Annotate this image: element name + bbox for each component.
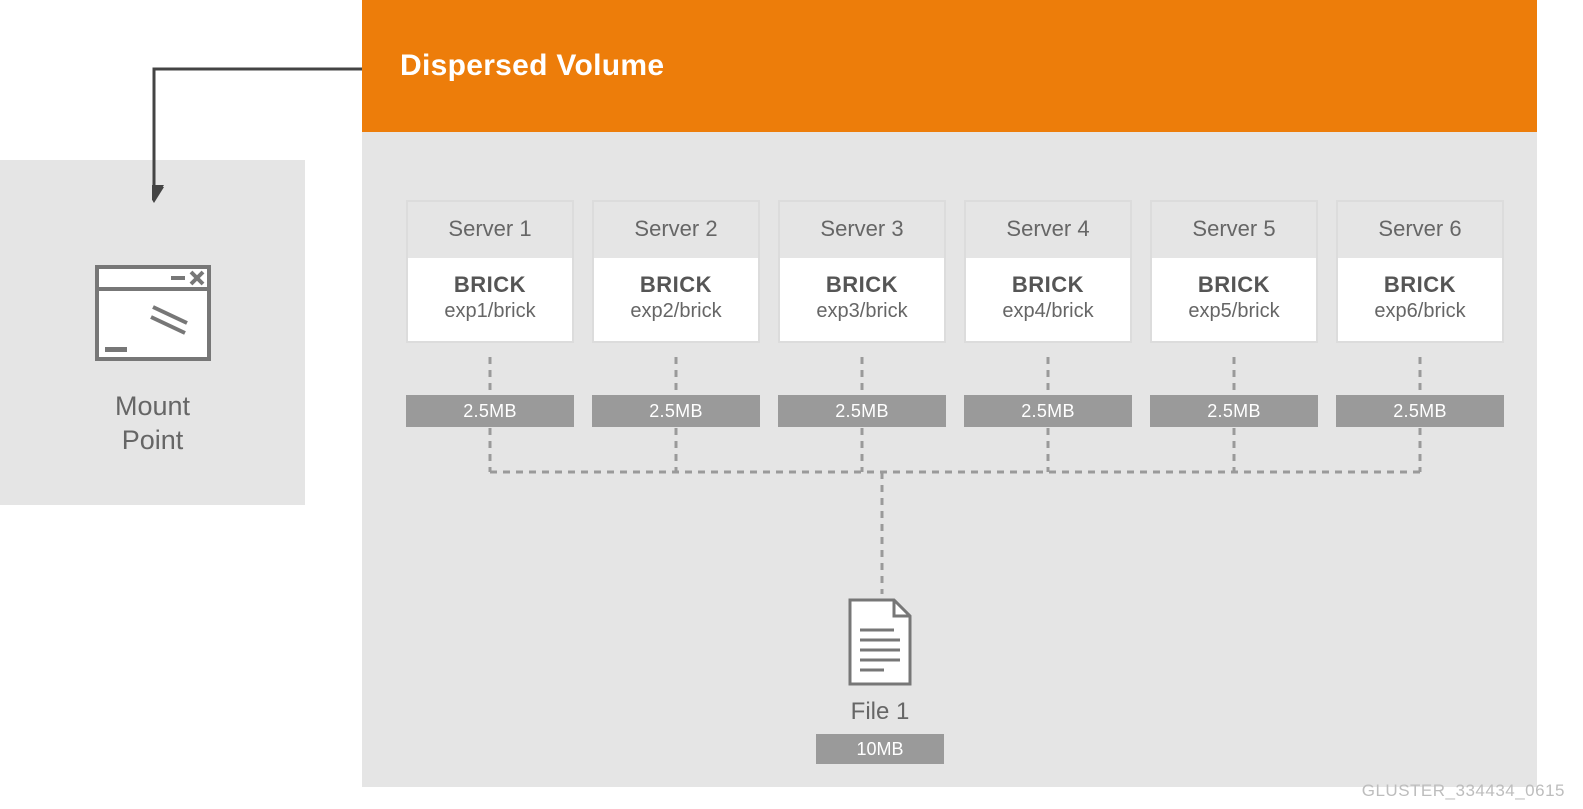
brick-label: BRICK — [1156, 272, 1312, 298]
server-name: Server 4 — [966, 202, 1130, 258]
diagram-canvas: Dispersed Volume Mount Point — [0, 0, 1583, 809]
mount-label-line2: Point — [122, 425, 184, 455]
brick-path: exp5/brick — [1156, 300, 1312, 323]
chunk-size: 2.5MB — [1150, 395, 1318, 427]
chunk-size: 2.5MB — [964, 395, 1132, 427]
brick-label: BRICK — [412, 272, 568, 298]
chunk-size: 2.5MB — [406, 395, 574, 427]
server-card: Server 4 BRICK exp4/brick — [964, 200, 1132, 343]
brick-path: exp1/brick — [412, 300, 568, 323]
file-size: 10MB — [816, 734, 944, 764]
brick-path: exp6/brick — [1342, 300, 1498, 323]
mount-point-label: Mount Point — [115, 390, 190, 458]
chunk-size: 2.5MB — [592, 395, 760, 427]
file-icon — [844, 596, 916, 688]
brick-label: BRICK — [598, 272, 754, 298]
mount-point-panel: Mount Point — [0, 160, 305, 505]
server-name: Server 2 — [594, 202, 758, 258]
server-name: Server 3 — [780, 202, 944, 258]
brick-body: BRICK exp3/brick — [780, 258, 944, 341]
server-card: Server 2 BRICK exp2/brick — [592, 200, 760, 343]
server-name: Server 1 — [408, 202, 572, 258]
brick-body: BRICK exp6/brick — [1338, 258, 1502, 341]
diagram-id: GLUSTER_334434_0615 — [1362, 781, 1565, 801]
file-label: File 1 — [851, 698, 910, 726]
brick-body: BRICK exp2/brick — [594, 258, 758, 341]
brick-body: BRICK exp5/brick — [1152, 258, 1316, 341]
server-card: Server 3 BRICK exp3/brick — [778, 200, 946, 343]
server-name: Server 5 — [1152, 202, 1316, 258]
volume-header: Dispersed Volume — [362, 0, 1537, 132]
server-name: Server 6 — [1338, 202, 1502, 258]
server-row: Server 1 BRICK exp1/brick Server 2 BRICK… — [406, 200, 1506, 343]
server-card: Server 6 BRICK exp6/brick — [1336, 200, 1504, 343]
brick-label: BRICK — [784, 272, 940, 298]
server-card: Server 1 BRICK exp1/brick — [406, 200, 574, 343]
chunk-size-row: 2.5MB 2.5MB 2.5MB 2.5MB 2.5MB 2.5MB — [406, 395, 1506, 427]
brick-label: BRICK — [1342, 272, 1498, 298]
brick-path: exp3/brick — [784, 300, 940, 323]
brick-path: exp2/brick — [598, 300, 754, 323]
chunk-size: 2.5MB — [778, 395, 946, 427]
file-block: File 1 10MB — [816, 596, 944, 764]
brick-body: BRICK exp4/brick — [966, 258, 1130, 341]
brick-label: BRICK — [970, 272, 1126, 298]
server-card: Server 5 BRICK exp5/brick — [1150, 200, 1318, 343]
volume-title: Dispersed Volume — [400, 49, 664, 83]
chunk-size: 2.5MB — [1336, 395, 1504, 427]
brick-path: exp4/brick — [970, 300, 1126, 323]
brick-body: BRICK exp1/brick — [408, 258, 572, 341]
mount-point-icon — [78, 248, 228, 378]
mount-label-line1: Mount — [115, 391, 190, 421]
